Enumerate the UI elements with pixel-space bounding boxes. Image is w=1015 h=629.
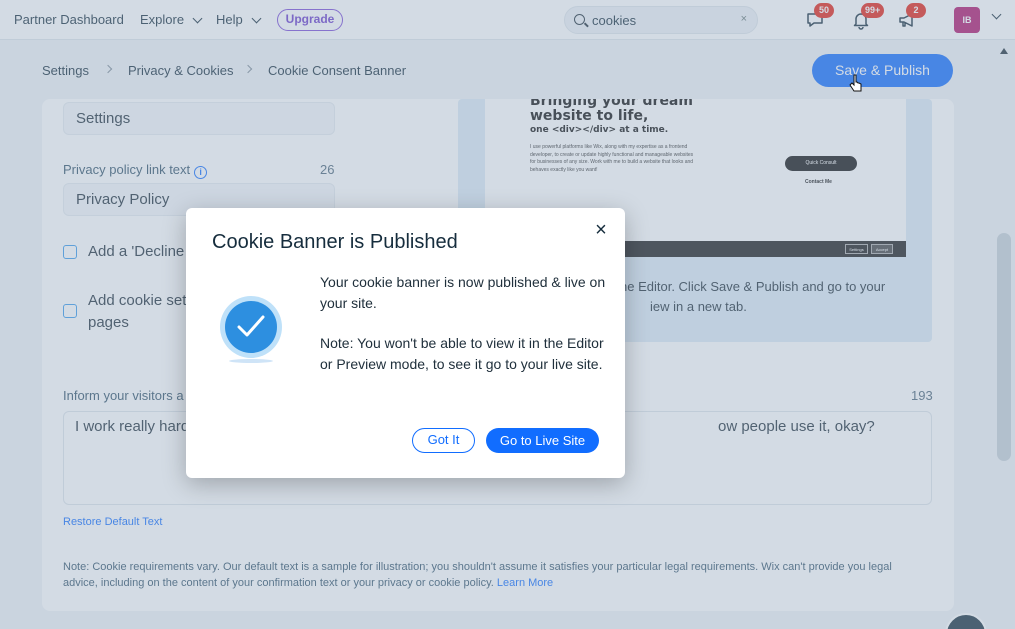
hand-cursor-icon [849, 74, 862, 92]
published-dialog: Cookie Banner is Published × Your cookie… [186, 208, 625, 478]
dialog-note-text: Note: You won't be able to view it in th… [320, 335, 604, 372]
close-icon[interactable]: × [592, 220, 610, 240]
dialog-body-text: Your cookie banner is now published & li… [320, 274, 606, 311]
go-to-live-site-button[interactable]: Go to Live Site [486, 428, 599, 453]
dialog-title: Cookie Banner is Published [212, 231, 458, 253]
got-it-button[interactable]: Got It [412, 428, 475, 453]
check-badge-icon [220, 296, 282, 363]
